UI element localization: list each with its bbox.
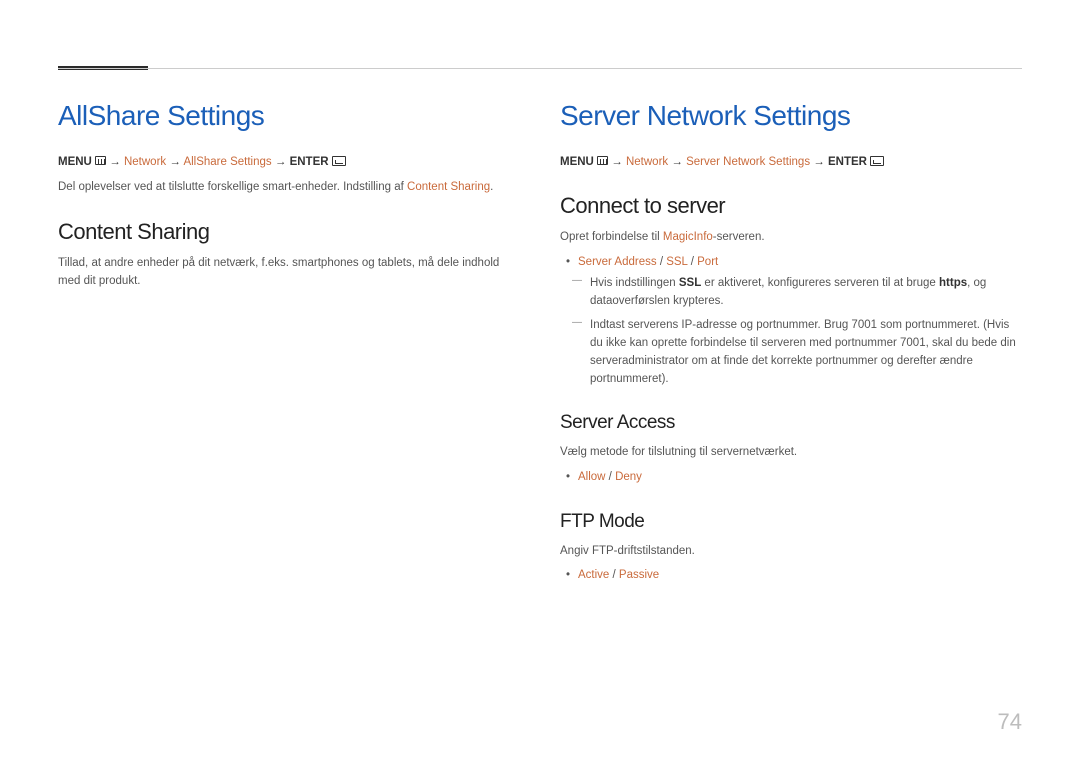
server-access-body: Vælg metode for tilslutning til serverne… (560, 444, 1022, 462)
connect-dash-list: Hvis indstillingen SSL er aktiveret, kon… (560, 275, 1022, 388)
crumb-menu: MENU (560, 156, 594, 168)
server-network-settings-heading: Server Network Settings (560, 100, 1022, 132)
ssl-note-mid: er aktiveret, konfigureres serveren til … (701, 277, 939, 289)
allshare-breadcrumb: MENU → Network → AllShare Settings → ENT… (58, 154, 520, 171)
crumb-enter: ENTER (290, 156, 329, 168)
crumb-arrow: → (611, 156, 623, 168)
crumb-arrow: → (169, 156, 181, 168)
list-item: Server Address / SSL / Port (578, 253, 1022, 271)
crumb-arrow: → (671, 156, 683, 168)
manual-page: AllShare Settings MENU → Network → AllSh… (0, 0, 1080, 619)
enter-icon (870, 156, 884, 166)
separator: / (657, 256, 667, 268)
crumb-arrow: → (109, 156, 121, 168)
list-item: Hvis indstillingen SSL er aktiveret, kon… (590, 275, 1022, 311)
opt-allow: Allow (578, 471, 605, 483)
server-breadcrumb: MENU → Network → Server Network Settings… (560, 154, 1022, 171)
two-column-layout: AllShare Settings MENU → Network → AllSh… (58, 100, 1022, 589)
page-number: 74 (998, 709, 1022, 735)
ftp-bullet-list: Active / Passive (560, 566, 1022, 584)
separator: / (688, 256, 698, 268)
crumb-menu: MENU (58, 156, 92, 168)
crumb-enter: ENTER (828, 156, 867, 168)
allshare-settings-heading: AllShare Settings (58, 100, 520, 132)
https-bold: https (939, 277, 967, 289)
left-column: AllShare Settings MENU → Network → AllSh… (58, 100, 520, 589)
list-item: Indtast serverens IP-adresse og portnumm… (590, 317, 1022, 388)
crumb-network: Network (626, 156, 668, 168)
crumb-server-network-settings: Server Network Settings (686, 156, 810, 168)
opt-deny: Deny (615, 471, 642, 483)
crumb-arrow: → (275, 156, 287, 168)
crumb-network: Network (124, 156, 166, 168)
separator: / (605, 471, 615, 483)
connect-pre: Opret forbindelse til (560, 231, 663, 243)
connect-to-server-heading: Connect to server (560, 193, 1022, 219)
magicinfo-link: MagicInfo (663, 231, 713, 243)
connect-bullet-list: Server Address / SSL / Port (560, 253, 1022, 271)
separator: / (609, 569, 619, 581)
header-rule (58, 68, 1022, 69)
crumb-allshare: AllShare Settings (183, 156, 271, 168)
crumb-arrow: → (813, 156, 825, 168)
menu-icon (95, 156, 106, 165)
enter-icon (332, 156, 346, 166)
intro-text-pre: Del oplevelser ved at tilslutte forskell… (58, 181, 407, 193)
opt-passive: Passive (619, 569, 659, 581)
connect-post: -serveren. (713, 231, 765, 243)
server-access-bullet-list: Allow / Deny (560, 468, 1022, 486)
ssl-note-pre: Hvis indstillingen (590, 277, 679, 289)
allshare-intro: Del oplevelser ved at tilslutte forskell… (58, 179, 520, 197)
content-sharing-heading: Content Sharing (58, 219, 520, 245)
menu-icon (597, 156, 608, 165)
ftp-mode-heading: FTP Mode (560, 511, 1022, 533)
right-column: Server Network Settings MENU → Network →… (560, 100, 1022, 589)
server-access-heading: Server Access (560, 412, 1022, 434)
list-item: Active / Passive (578, 566, 1022, 584)
opt-server-address: Server Address (578, 256, 657, 268)
intro-link-content-sharing: Content Sharing (407, 181, 490, 193)
ftp-mode-body: Angiv FTP-driftstilstanden. (560, 543, 1022, 561)
opt-ssl: SSL (666, 256, 687, 268)
intro-text-post: . (490, 181, 493, 193)
connect-intro: Opret forbindelse til MagicInfo-serveren… (560, 229, 1022, 247)
opt-active: Active (578, 569, 609, 581)
list-item: Allow / Deny (578, 468, 1022, 486)
opt-port: Port (697, 256, 718, 268)
ssl-bold: SSL (679, 277, 701, 289)
content-sharing-body: Tillad, at andre enheder på dit netværk,… (58, 255, 520, 291)
